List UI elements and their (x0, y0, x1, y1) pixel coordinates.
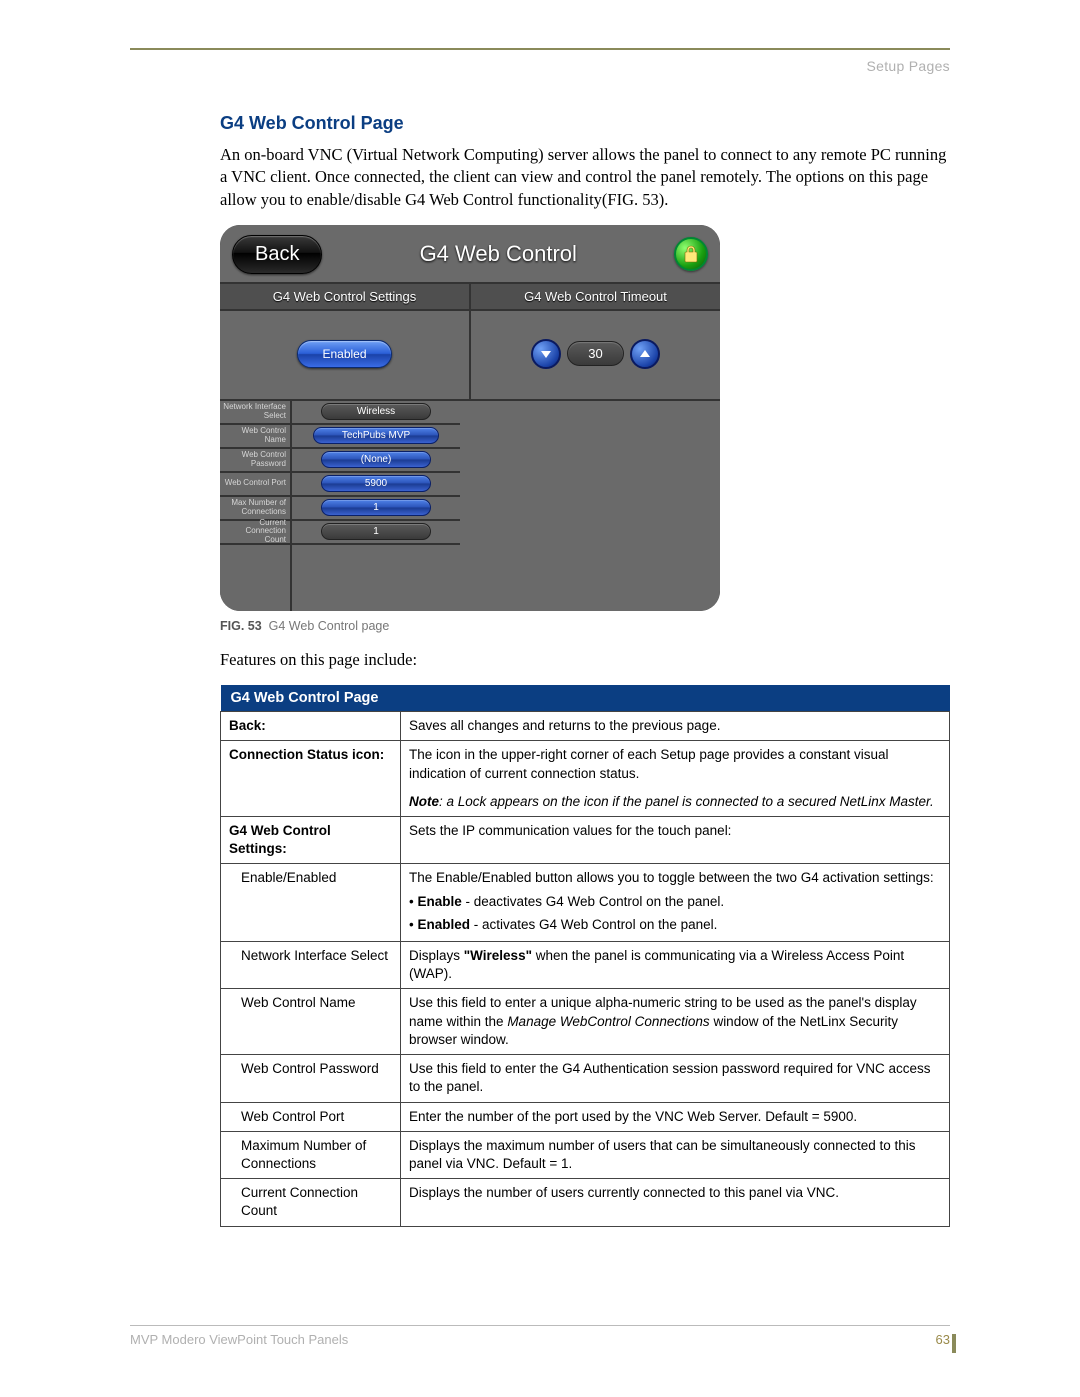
row-wcn-desc: Use this field to enter a unique alpha-n… (401, 989, 950, 1055)
page-title: G4 Web Control Page (220, 113, 950, 134)
row-port-desc: Enter the number of the port used by the… (401, 1102, 950, 1131)
setting-label: Current Connection Count (220, 521, 292, 543)
figure-caption: FIG. 53 G4 Web Control page (220, 619, 950, 633)
row-max-desc: Displays the maximum number of users tha… (401, 1131, 950, 1178)
setting-value-wrap: TechPubs MVP (292, 425, 460, 447)
panel-titlebar: Back G4 Web Control (220, 225, 720, 282)
setting-value-wrap: 1 (292, 497, 460, 519)
setting-value-wrap: 5900 (292, 473, 460, 495)
features-intro: Features on this page include: (220, 649, 950, 671)
section-header: Setup Pages (867, 58, 950, 74)
setting-row: Network Interface Select Wireless (220, 401, 460, 425)
timeout-spinner-area: 30 (471, 311, 720, 399)
page-number: 63 (936, 1332, 950, 1347)
page: Setup Pages G4 Web Control Page An on-bo… (0, 0, 1080, 1397)
row-cur-desc: Displays the number of users currently c… (401, 1179, 950, 1226)
lock-icon (683, 245, 699, 263)
figure-caption-text: G4 Web Control page (269, 619, 390, 633)
footer-product: MVP Modero ViewPoint Touch Panels (130, 1332, 348, 1347)
row-conn-label: Connection Status icon: (229, 747, 384, 762)
table-header-row: G4 Web Control Page (221, 685, 950, 712)
setting-value[interactable]: 5900 (321, 475, 431, 492)
footer-accent-bar (952, 1334, 956, 1353)
page-footer: MVP Modero ViewPoint Touch Panels 63 (130, 1325, 950, 1347)
figure-screenshot: Back G4 Web Control G4 Web Control Setti… (220, 225, 720, 611)
section-body: Enabled 30 (220, 309, 720, 399)
table-row: Current Connection Count Displays the nu… (221, 1179, 950, 1226)
table-row: G4 Web Control Settings: Sets the IP com… (221, 816, 950, 863)
setting-row: Web Control Password (None) (220, 449, 460, 473)
row-wcn-label: Web Control Name (221, 989, 401, 1055)
setting-value[interactable]: TechPubs MVP (313, 427, 439, 444)
setting-row: Web Control Name TechPubs MVP (220, 425, 460, 449)
settings-rows: Network Interface Select Wireless Web Cont… (220, 401, 460, 611)
table-row: Web Control Name Use this field to enter… (221, 989, 950, 1055)
timeout-increase-button[interactable] (630, 339, 660, 369)
row-settings-desc: Sets the IP communication values for the… (401, 816, 950, 863)
top-rule (130, 48, 950, 50)
setting-value[interactable]: 1 (321, 499, 431, 516)
setting-row: Current Connection Count 1 (220, 521, 460, 545)
connection-status-icon (674, 237, 708, 271)
triangle-down-icon (539, 347, 553, 361)
row-cur-label: Current Connection Count (221, 1179, 401, 1226)
device-panel: Back G4 Web Control G4 Web Control Setti… (220, 225, 720, 611)
setting-value-wrap: Wireless (292, 401, 460, 423)
setting-value[interactable]: (None) (321, 451, 431, 468)
timeout-spinner: 30 (531, 339, 659, 369)
row-conn-note: Note: a Lock appears on the icon if the … (401, 788, 950, 817)
table-row: Web Control Port Enter the number of the… (221, 1102, 950, 1131)
row-port-label: Web Control Port (221, 1102, 401, 1131)
section-headers: G4 Web Control Settings G4 Web Control T… (220, 282, 720, 309)
row-settings-label: G4 Web Control Settings: (229, 823, 331, 856)
setting-label: Web Control Name (220, 425, 292, 447)
row-conn-desc: The icon in the upper-right corner of ea… (401, 741, 950, 788)
row-enable-desc: The Enable/Enabled button allows you to … (401, 864, 950, 942)
row-max-label: Maximum Number of Connections (221, 1131, 401, 1178)
row-enable-label: Enable/Enabled (221, 864, 401, 942)
content: G4 Web Control Page An on-board VNC (Vir… (220, 113, 950, 1227)
triangle-up-icon (638, 347, 652, 361)
setting-value: 1 (321, 523, 431, 540)
section-settings-label: G4 Web Control Settings (220, 284, 471, 309)
settings-toggle-area: Enabled (220, 311, 471, 399)
table-row: Maximum Number of Connections Displays t… (221, 1131, 950, 1178)
timeout-value: 30 (567, 341, 623, 366)
feature-table: G4 Web Control Page Back: Saves all chan… (220, 685, 950, 1227)
table-row: Back: Saves all changes and returns to t… (221, 712, 950, 741)
row-nis-label: Network Interface Select (221, 942, 401, 989)
setting-row: Web Control Port 5900 (220, 473, 460, 497)
timeout-decrease-button[interactable] (531, 339, 561, 369)
row-wcp-label: Web Control Password (221, 1055, 401, 1102)
setting-label: Max Number of Connections (220, 497, 292, 519)
setting-row: Max Number of Connections 1 (220, 497, 460, 521)
row-back-label: Back: (229, 718, 266, 733)
row-back-desc: Saves all changes and returns to the pre… (401, 712, 950, 741)
panel-title-wrap: G4 Web Control (322, 241, 674, 267)
setting-label: Web Control Password (220, 449, 292, 471)
setting-value-wrap: 1 (292, 521, 460, 543)
table-header: G4 Web Control Page (221, 685, 950, 712)
table-row: Network Interface Select Displays "Wirel… (221, 942, 950, 989)
back-button[interactable]: Back (232, 235, 322, 274)
setting-value-wrap: (None) (292, 449, 460, 471)
enabled-toggle-button[interactable]: Enabled (297, 340, 391, 368)
table-row: Connection Status icon: The icon in the … (221, 741, 950, 788)
intro-paragraph: An on-board VNC (Virtual Network Computi… (220, 144, 950, 211)
settings-grid: Network Interface Select Wireless Web Cont… (220, 399, 720, 611)
row-nis-desc: Displays "Wireless" when the panel is co… (401, 942, 950, 989)
settings-padding (220, 545, 460, 611)
table-row: Web Control Password Use this field to e… (221, 1055, 950, 1102)
table-row: Enable/Enabled The Enable/Enabled button… (221, 864, 950, 942)
setting-label: Web Control Port (220, 473, 292, 495)
figure-number: FIG. 53 (220, 619, 262, 633)
section-timeout-label: G4 Web Control Timeout (471, 284, 720, 309)
row-wcp-desc: Use this field to enter the G4 Authentic… (401, 1055, 950, 1102)
setting-value: Wireless (321, 403, 431, 420)
setting-label: Network Interface Select (220, 401, 292, 423)
panel-title: G4 Web Control (420, 241, 577, 266)
